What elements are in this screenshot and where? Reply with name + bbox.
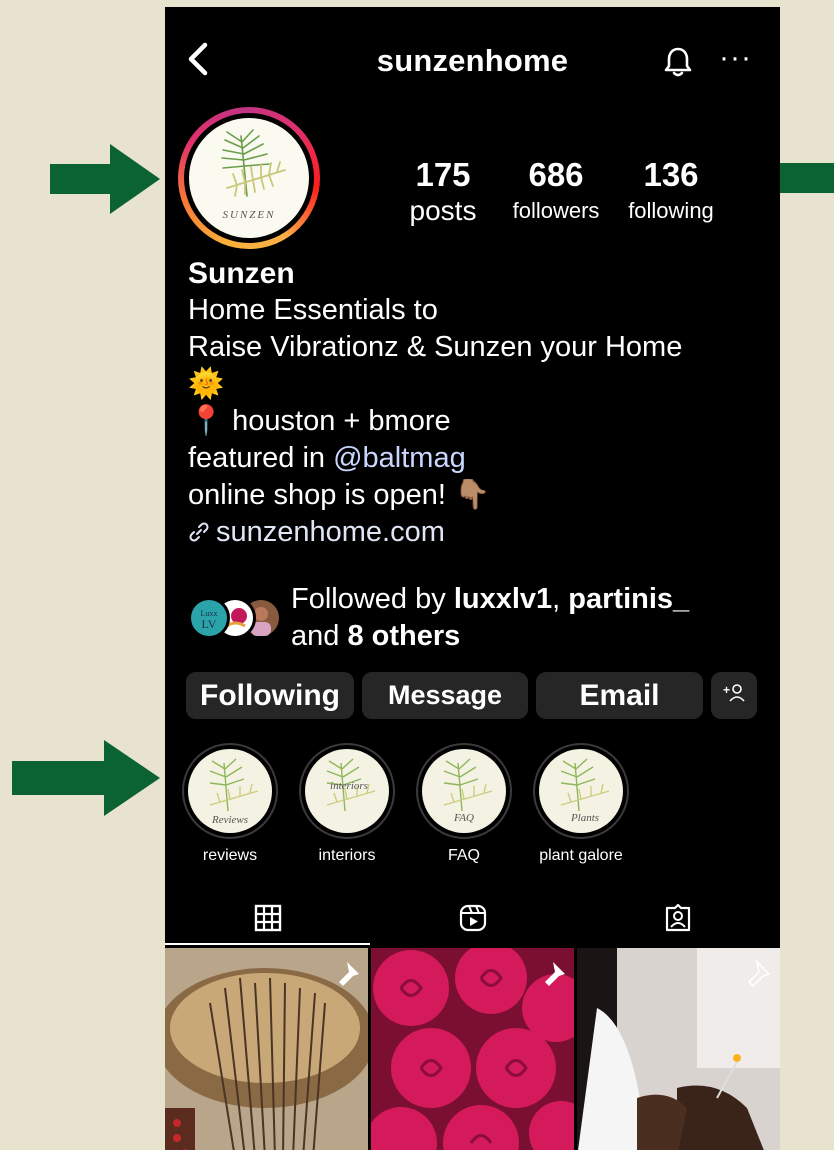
bio-location: 📍 houston + bmore: [188, 403, 768, 440]
followed-by-prefix: Followed by: [291, 583, 454, 615]
bio-shop: online shop is open! 👇🏽: [188, 477, 768, 514]
website-link[interactable]: sunzenhome.com: [188, 514, 768, 551]
arrow-right-icon: [50, 144, 160, 214]
following-button[interactable]: Following: [186, 672, 354, 719]
following-number: 136: [643, 156, 699, 193]
follower-avatar: Luxx LV: [188, 597, 230, 639]
tagged-icon: [665, 903, 691, 932]
highlight-cover-icon: Plants: [560, 758, 610, 824]
bio-line: Home Essentials to: [188, 294, 438, 326]
posts-label: posts: [409, 195, 477, 226]
link-icon: [189, 522, 209, 542]
display-name: Sunzen: [188, 257, 295, 290]
baltmag-mention-link[interactable]: @baltmag: [333, 442, 466, 474]
and-text: and: [291, 620, 348, 652]
post-thumbnail[interactable]: [165, 948, 368, 1150]
svg-text:Plants: Plants: [570, 812, 599, 824]
post-thumbnail[interactable]: [371, 948, 574, 1150]
followers-label: followers: [512, 198, 600, 223]
svg-text:interiors: interiors: [330, 780, 368, 792]
highlight-reviews[interactable]: Reviews reviews: [180, 743, 280, 865]
following-label: following: [628, 198, 714, 223]
featured-prefix: featured in: [188, 442, 334, 474]
separator: ,: [552, 583, 569, 615]
posts-number: 175: [415, 156, 471, 193]
tab-reels[interactable]: [370, 897, 575, 945]
highlight-label: FAQ: [447, 847, 480, 864]
follower-username[interactable]: partinis_: [568, 583, 689, 615]
sun-emoji: 🌞: [188, 368, 225, 400]
profile-tabs: [165, 897, 780, 945]
email-button[interactable]: Email: [536, 672, 703, 719]
bell-icon[interactable]: [663, 45, 693, 79]
location-text: houston + bmore: [224, 405, 451, 437]
avatar[interactable]: SUNZEN: [178, 107, 320, 249]
sunzen-logo-icon: SUNZEN: [221, 129, 286, 221]
highlight-faq[interactable]: FAQ FAQ: [414, 743, 514, 865]
post-grid: [165, 948, 780, 1150]
grid-icon: [254, 904, 282, 932]
add-person-icon: +: [723, 683, 745, 702]
highlight-cover-icon: FAQ: [443, 758, 493, 824]
highlight-label: interiors: [318, 847, 376, 864]
tab-tagged[interactable]: [575, 897, 780, 945]
active-tab-indicator: [165, 943, 370, 945]
shop-text: online shop is open!: [188, 479, 455, 511]
pointing-down-emoji: 👇🏽: [454, 479, 491, 511]
followed-by[interactable]: Luxx LV Followed by luxxlv1, partinis_ an…: [188, 581, 768, 661]
svg-text:Reviews: Reviews: [211, 814, 248, 826]
highlight-label: reviews: [202, 847, 258, 864]
roses-photo-icon: [371, 948, 574, 1150]
followers-number: 686: [528, 156, 584, 193]
highlight-cover-icon: Reviews: [209, 758, 259, 826]
message-button[interactable]: Message: [362, 672, 528, 719]
incense-basket-photo-icon: [165, 948, 368, 1150]
pin-icon: 📍: [188, 405, 225, 437]
website-url: sunzenhome.com: [216, 516, 445, 548]
highlight-interiors[interactable]: interiors interiors: [297, 743, 397, 865]
top-bar: sunzenhome ···: [165, 7, 780, 117]
profile-screen: sunzenhome ··· SUNZEN 175 posts 686 foll…: [165, 7, 780, 1150]
follower-username[interactable]: luxxlv1: [454, 583, 552, 615]
following-count[interactable]: 136 following: [619, 157, 723, 225]
tab-grid[interactable]: [165, 897, 370, 945]
posts-count[interactable]: 175 posts: [398, 157, 488, 225]
more-options-icon[interactable]: ···: [719, 43, 752, 73]
highlight-cover-icon: interiors: [326, 758, 376, 812]
svg-text:+: +: [723, 683, 730, 697]
highlight-plant-galore[interactable]: Plants plant galore: [531, 743, 631, 865]
arrow-right-icon: [12, 740, 160, 816]
followed-by-text: Followed by luxxlv1, partinis_ and 8 oth…: [291, 581, 689, 655]
others-count[interactable]: 8 others: [347, 620, 460, 652]
bio-line: Raise Vibrationz & Sunzen your Home: [188, 331, 683, 363]
profile-bio: Sunzen Home Essentials to Raise Vibratio…: [188, 255, 768, 551]
followers-count[interactable]: 686 followers: [503, 157, 609, 225]
add-user-button[interactable]: +: [711, 672, 757, 719]
highlight-label: plant galore: [539, 847, 623, 864]
svg-text:FAQ: FAQ: [453, 812, 474, 824]
svg-text:SUNZEN: SUNZEN: [223, 209, 276, 221]
bio-featured: featured in @baltmag: [188, 440, 768, 477]
svg-text:LV: LV: [202, 617, 217, 631]
lighting-incense-photo-icon: [577, 948, 780, 1150]
post-thumbnail[interactable]: [577, 948, 780, 1150]
reels-icon: [459, 904, 487, 932]
